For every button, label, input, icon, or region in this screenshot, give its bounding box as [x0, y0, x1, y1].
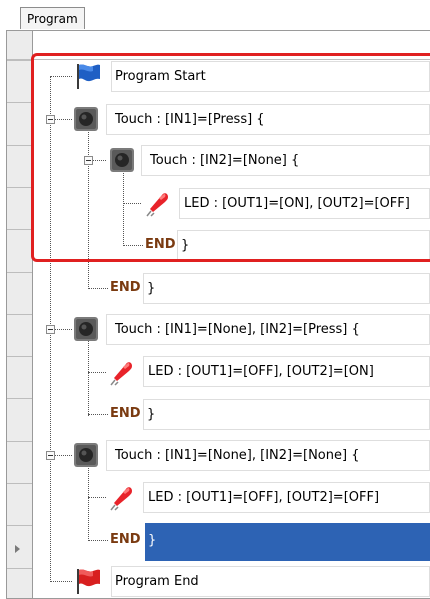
row-label: LED : [OUT1]=[OFF], [OUT2]=[OFF]: [148, 490, 380, 505]
row-separator: [7, 356, 32, 357]
row-separator: [7, 145, 32, 146]
row-label: Touch : [IN1]=[None], [IN2]=[None] {: [115, 448, 360, 463]
row-separator: [7, 398, 32, 399]
row-touch-in2-none[interactable]: Touch : [IN2]=[None] {: [141, 145, 430, 176]
collapse-toggle[interactable]: [46, 325, 55, 334]
current-row-indicator: [15, 545, 20, 553]
row-separator: [7, 60, 32, 61]
led-icon: [110, 487, 132, 511]
tree-branch: [50, 581, 72, 582]
tree-branch: [88, 497, 106, 498]
row-label: Touch : [IN1]=[Press] {: [115, 112, 265, 127]
row-separator: [7, 441, 32, 442]
flag-red-icon: [77, 569, 100, 594]
end-keyword: END: [145, 237, 176, 252]
row-end-inner[interactable]: }: [177, 230, 430, 261]
tree-line-touch1: [88, 125, 89, 289]
row-label: LED : [OUT1]=[OFF], [OUT2]=[ON]: [148, 364, 374, 379]
tree-line-touch4: [88, 461, 89, 541]
collapse-toggle[interactable]: [84, 156, 93, 165]
row-separator: [7, 525, 32, 526]
row-separator: [7, 102, 32, 103]
tree-branch: [50, 76, 72, 77]
row-separator: [7, 187, 32, 188]
close-brace: }: [147, 407, 156, 422]
row-touch-in1-press[interactable]: Touch : [IN1]=[Press] {: [106, 104, 430, 135]
row-label: Program End: [115, 574, 199, 589]
row-separator: [7, 314, 32, 315]
led-icon: [110, 362, 132, 386]
tree-line-touch3: [88, 336, 89, 416]
tab-program[interactable]: Program: [20, 7, 85, 29]
touch-button-icon: [74, 443, 98, 467]
row-program-end[interactable]: Program End: [111, 566, 430, 597]
row-label: Touch : [IN2]=[None] {: [150, 153, 300, 168]
row-touch-none-press[interactable]: Touch : [IN1]=[None], [IN2]=[Press] {: [106, 314, 430, 345]
row-separator: [7, 229, 32, 230]
tree-branch: [88, 414, 108, 415]
row-program-start[interactable]: Program Start: [111, 61, 430, 92]
collapse-toggle[interactable]: [46, 451, 55, 460]
row-label: LED : [OUT1]=[ON], [OUT2]=[OFF]: [184, 196, 410, 211]
row-end-touch1[interactable]: }: [143, 273, 430, 304]
close-brace: }: [148, 533, 157, 548]
row-led-off-on[interactable]: LED : [OUT1]=[OFF], [OUT2]=[ON]: [143, 356, 430, 387]
row-touch-none-none[interactable]: Touch : [IN1]=[None], [IN2]=[None] {: [106, 440, 430, 471]
led-icon: [146, 193, 168, 217]
tab-bar: Program: [0, 0, 430, 30]
end-keyword: END: [110, 280, 141, 295]
row-separator: [7, 272, 32, 273]
flag-blue-icon: [77, 64, 100, 89]
row-separator: [7, 568, 32, 569]
row-separator: [7, 483, 32, 484]
row-led-off-off[interactable]: LED : [OUT1]=[OFF], [OUT2]=[OFF]: [143, 482, 430, 513]
tree-line-touch2: [123, 166, 124, 246]
touch-button-icon: [110, 148, 134, 172]
end-keyword: END: [110, 532, 141, 547]
close-brace: }: [147, 281, 156, 296]
row-label: Touch : [IN1]=[None], [IN2]=[Press] {: [115, 322, 360, 337]
row-label: Program Start: [115, 69, 206, 84]
touch-button-icon: [74, 107, 98, 131]
close-brace: }: [181, 238, 190, 253]
row-end-touch4-selected[interactable]: }: [145, 523, 430, 561]
collapse-toggle[interactable]: [46, 115, 55, 124]
touch-button-icon: [74, 317, 98, 341]
tree-branch: [123, 203, 141, 204]
grid-header: [7, 31, 430, 60]
tree-branch: [88, 288, 108, 289]
tree-branch: [88, 540, 108, 541]
row-led-on-off[interactable]: LED : [OUT1]=[ON], [OUT2]=[OFF]: [179, 188, 430, 219]
end-keyword: END: [110, 406, 141, 421]
row-end-touch3[interactable]: }: [143, 399, 430, 430]
tree-branch: [123, 245, 143, 246]
tree-branch: [88, 372, 106, 373]
